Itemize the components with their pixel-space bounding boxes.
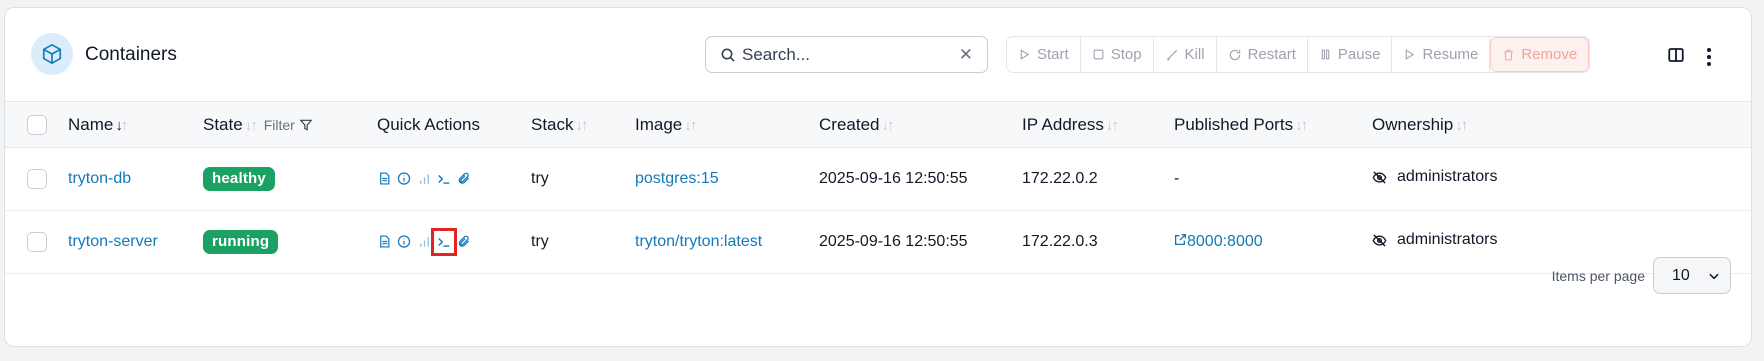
search-input[interactable]	[742, 43, 952, 67]
column-header-name[interactable]: Name ↓↑	[68, 102, 203, 148]
sort-icon: ↓↑	[1295, 116, 1308, 134]
eye-off-icon	[1372, 171, 1387, 184]
stack-value: try	[531, 170, 549, 187]
containers-table: Name ↓↑ State ↓↑ Filter Quick Actions Stack…	[5, 101, 1751, 274]
panel-header: Containers ✕ Start Stop Kill R	[5, 8, 1751, 101]
column-header-published-ports[interactable]: Published Ports ↓↑	[1174, 102, 1372, 148]
status-badge: healthy	[203, 167, 275, 191]
resume-button[interactable]: Resume	[1392, 37, 1491, 72]
start-button[interactable]: Start	[1007, 37, 1081, 72]
image-link[interactable]: postgres:15	[635, 170, 719, 187]
search-icon	[720, 47, 736, 68]
play-icon	[1406, 49, 1415, 60]
published-ports-value: -	[1174, 170, 1180, 187]
search-box[interactable]: ✕	[705, 36, 988, 73]
sort-icon: ↓↑	[115, 116, 128, 134]
column-header-stack[interactable]: Stack ↓↑	[531, 102, 635, 148]
stop-button[interactable]: Stop	[1081, 37, 1154, 72]
items-per-page-label: Items per page	[1551, 267, 1645, 284]
table-row: tryton-db healthy try postgres:15 2025-0…	[5, 148, 1751, 211]
clear-search-icon[interactable]: ✕	[959, 45, 973, 65]
table-row: tryton-server running try tryton/tryton:…	[5, 211, 1751, 274]
sort-icon: ↓↑	[575, 116, 589, 134]
restart-icon	[1229, 49, 1240, 60]
published-port-link[interactable]: 8000:8000	[1174, 233, 1263, 250]
stats-icon[interactable]	[417, 234, 431, 250]
column-header-ownership[interactable]: Ownership ↓↑	[1372, 102, 1751, 148]
inspect-icon[interactable]	[397, 171, 411, 187]
quick-actions	[377, 227, 471, 256]
sort-icon: ↓↑	[684, 116, 697, 134]
inspect-icon[interactable]	[397, 234, 411, 250]
stack-value: try	[531, 233, 549, 250]
status-badge: running	[203, 230, 279, 254]
column-header-quick-actions: Quick Actions	[377, 114, 480, 134]
stats-icon[interactable]	[417, 171, 431, 187]
container-name-link[interactable]: tryton-db	[68, 170, 131, 187]
ip-value: 172.22.0.2	[1022, 170, 1098, 187]
quick-actions	[377, 171, 471, 187]
columns-layout-icon[interactable]	[1667, 46, 1685, 69]
filter-icon	[299, 119, 313, 131]
container-name-link[interactable]: tryton-server	[68, 233, 158, 250]
items-per-page-select[interactable]: 10	[1653, 257, 1731, 294]
row-checkbox[interactable]	[27, 169, 47, 189]
remove-button[interactable]: Remove	[1490, 37, 1590, 72]
restart-button[interactable]: Restart	[1217, 37, 1308, 72]
created-value: 2025-09-16 12:50:55	[819, 233, 968, 250]
console-icon[interactable]	[437, 171, 451, 187]
pause-button[interactable]: Pause	[1308, 37, 1393, 72]
row-checkbox[interactable]	[27, 232, 47, 252]
containers-panel: Containers ✕ Start Stop Kill R	[4, 7, 1752, 347]
table-header-row: Name ↓↑ State ↓↑ Filter Quick Actions Stack…	[5, 101, 1751, 148]
external-link-icon	[1174, 233, 1187, 246]
attach-icon[interactable]	[457, 234, 471, 250]
column-header-image[interactable]: Image ↓↑	[635, 102, 819, 148]
created-value: 2025-09-16 12:50:55	[819, 170, 968, 187]
state-filter-button[interactable]: Filter	[264, 117, 313, 133]
attach-icon[interactable]	[457, 171, 471, 187]
kill-icon	[1166, 49, 1177, 60]
sort-icon: ↓↑	[881, 116, 894, 134]
chevron-down-icon	[1707, 269, 1721, 286]
ip-value: 172.22.0.3	[1022, 233, 1098, 250]
logs-icon[interactable]	[377, 234, 391, 250]
column-header-created[interactable]: Created ↓↑	[819, 102, 1022, 148]
cube-icon	[31, 33, 73, 75]
logs-icon[interactable]	[377, 171, 391, 187]
kill-button[interactable]: Kill	[1154, 37, 1217, 72]
image-link[interactable]: tryton/tryton:latest	[635, 233, 762, 250]
column-header-state[interactable]: State ↓↑ Filter	[203, 102, 377, 148]
ownership-value: administrators	[1372, 231, 1497, 249]
column-header-ip[interactable]: IP Address ↓↑	[1022, 102, 1174, 148]
sort-icon: ↓↑	[1105, 116, 1119, 134]
pagination: Items per page 10	[1552, 257, 1731, 294]
pause-icon	[1321, 49, 1330, 60]
sort-icon: ↓↑	[1455, 116, 1468, 134]
container-actions-toolbar: Start Stop Kill Restart Pause Resume Rem…	[1006, 36, 1591, 73]
ownership-value: administrators	[1372, 168, 1497, 186]
more-options-icon[interactable]	[1705, 48, 1713, 66]
play-icon	[1020, 49, 1030, 60]
trash-icon	[1504, 49, 1514, 60]
page-title: Containers	[85, 44, 177, 65]
select-all-checkbox[interactable]	[27, 114, 47, 135]
console-icon[interactable]	[431, 227, 457, 256]
sort-icon: ↓↑	[244, 116, 258, 134]
stop-icon	[1093, 49, 1104, 60]
eye-off-icon	[1372, 234, 1387, 247]
